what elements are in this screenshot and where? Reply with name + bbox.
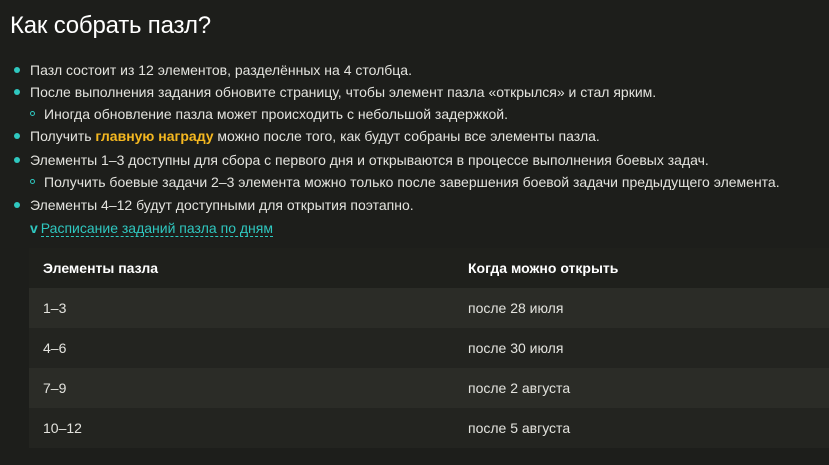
rule-text: Получить главную награду можно после тог…	[30, 127, 600, 145]
schedule-toggle-label: Расписание заданий пазла по дням	[40, 220, 273, 237]
table-cell: после 5 августа	[468, 420, 571, 436]
column-header: Когда можно открыть	[468, 260, 619, 276]
schedule-table: Элементы пазла Когда можно открыть 1–3 п…	[29, 248, 829, 448]
table-cell: 7–9	[43, 380, 67, 396]
table-header-row: Элементы пазла Когда можно открыть	[29, 248, 829, 288]
main-reward-highlight: главную награду	[95, 128, 214, 144]
table-row: 7–9 после 2 августа	[29, 368, 829, 408]
column-header: Элементы пазла	[43, 260, 159, 276]
table-row: 4–6 после 30 июля	[29, 328, 829, 368]
bullet-dot-icon	[14, 67, 20, 73]
rule-text: Элементы 4–12 будут доступными для откры…	[30, 197, 414, 213]
rule-text-post: можно после того, как будут собраны все …	[213, 128, 600, 144]
table-cell: 4–6	[43, 340, 67, 356]
rule-text: Элементы 1–3 доступны для сбора с первог…	[30, 152, 709, 168]
table-row: 1–3 после 28 июля	[29, 288, 829, 328]
bullet-dot-icon	[14, 202, 20, 208]
rule-text: Пазл состоит из 12 элементов, разделённы…	[30, 62, 412, 78]
bullet-ring-icon	[30, 111, 35, 116]
table-row: 10–12 после 5 августа	[29, 408, 829, 448]
rule-text: Иногда обновление пазла может происходит…	[44, 106, 508, 122]
chevron-down-icon: v	[30, 220, 38, 236]
rule-text: Получить боевые задачи 2–3 элемента можн…	[44, 174, 780, 190]
bullet-ring-icon	[30, 179, 35, 184]
table-cell: после 30 июля	[468, 340, 564, 356]
schedule-toggle-link[interactable]: v Расписание заданий пазла по дням	[30, 219, 273, 237]
rule-text: После выполнения задания обновите страни…	[30, 84, 657, 100]
bullet-dot-icon	[14, 157, 20, 163]
table-cell: после 28 июля	[468, 300, 564, 316]
table-cell: после 2 августа	[468, 380, 571, 396]
bullet-dot-icon	[14, 133, 20, 139]
bullet-dot-icon	[14, 89, 20, 95]
table-cell: 1–3	[43, 300, 67, 316]
rule-text-pre: Получить	[30, 128, 96, 144]
page-title: Как собрать пазл?	[10, 12, 211, 39]
table-cell: 10–12	[43, 420, 82, 436]
